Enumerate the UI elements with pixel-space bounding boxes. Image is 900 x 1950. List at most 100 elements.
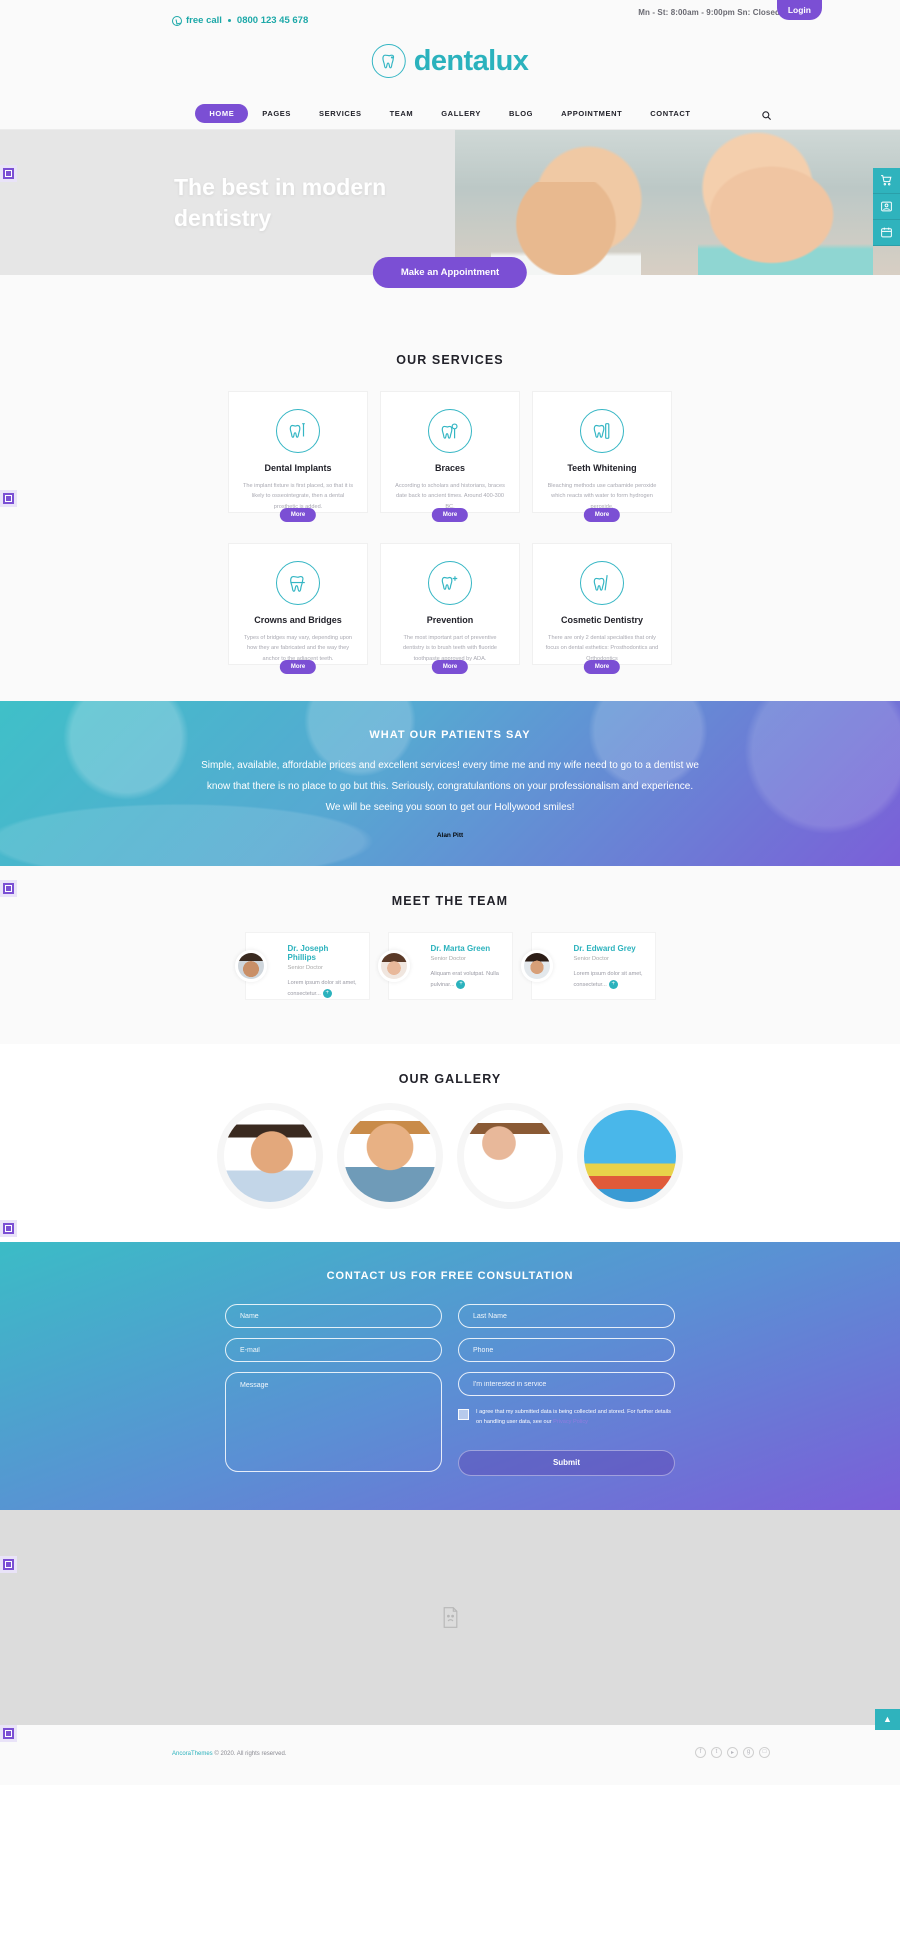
phone-number[interactable]: 0800 123 45 678 (237, 15, 308, 26)
privacy-policy-link[interactable]: Privacy Policy (553, 1419, 588, 1425)
nav-item-team[interactable]: TEAM (376, 104, 428, 123)
more-button[interactable]: More (279, 508, 317, 522)
make-appointment-button[interactable]: Make an Appointment (372, 257, 528, 288)
testimonial-title: WHAT OUR PATIENTS SAY (369, 728, 531, 741)
testimonial-section: WHAT OUR PATIENTS SAY Simple, available,… (0, 701, 900, 866)
opening-hours: Mn - St: 8:00am - 9:00pm Sn: Closed (638, 8, 780, 17)
more-button[interactable]: More (431, 508, 469, 522)
appointment-bar: Make an Appointment (0, 257, 900, 325)
search-icon[interactable] (761, 108, 772, 121)
member-bio: Lorem ipsum dolor sit amet, consectetur.… (287, 980, 357, 997)
submit-button[interactable]: Submit (458, 1449, 675, 1476)
service-card[interactable]: Cosmetic Dentistry There are only 2 dent… (532, 543, 672, 674)
nav-item-blog[interactable]: BLOG (495, 104, 547, 123)
google-icon[interactable]: g (743, 1746, 754, 1758)
gallery-item[interactable] (584, 1110, 676, 1202)
side-toggle-6[interactable] (0, 1725, 17, 1742)
nav-item-home[interactable]: HOME (195, 104, 249, 123)
calendar-icon[interactable] (873, 220, 900, 246)
logo-text: dentalux (413, 44, 529, 77)
expand-icon[interactable]: + (456, 979, 466, 989)
square-icon (5, 885, 12, 892)
consent-row: I agree that my submitted data is being … (458, 1408, 675, 1428)
nav-item-appointment[interactable]: APPOINTMENT (547, 104, 636, 123)
avatar (234, 950, 267, 982)
gallery-item[interactable] (344, 1110, 436, 1202)
consent-checkbox[interactable] (458, 1409, 469, 1420)
hero-banner: The best in modern dentistry (0, 130, 900, 275)
phone-input[interactable] (458, 1338, 675, 1362)
team-title: MEET THE TEAM (391, 894, 509, 908)
user-image-icon[interactable] (873, 194, 900, 220)
service-input[interactable] (458, 1372, 675, 1396)
testimonial-quote: Simple, available, affordable prices and… (201, 759, 699, 813)
hero-photo (455, 130, 900, 275)
gallery-item[interactable] (464, 1110, 556, 1202)
member-role: Senior Doctor (430, 956, 466, 962)
main-navigation: HOME PAGES SERVICES TEAM GALLERY BLOG AP… (0, 98, 900, 130)
more-button[interactable]: More (583, 660, 621, 674)
more-button[interactable]: More (431, 660, 469, 674)
team-section: MEET THE TEAM Dr. Joseph Phillips Senior… (0, 866, 900, 1044)
service-card[interactable]: Dental Implants The implant fixture is f… (228, 391, 368, 522)
side-toggle-5[interactable] (0, 1556, 17, 1573)
service-card[interactable]: Prevention The most important part of pr… (380, 543, 520, 674)
team-cards: Dr. Joseph Phillips Senior Doctor Lorem … (0, 932, 900, 1000)
services-title: OUR SERVICES (396, 353, 504, 367)
service-card[interactable]: Teeth Whitening Bleaching methods use ca… (532, 391, 672, 522)
nav-item-contact[interactable]: CONTACT (636, 104, 704, 123)
last-name-input[interactable] (458, 1304, 675, 1328)
cart-icon[interactable] (873, 168, 900, 194)
member-name: Dr. Marta Green (430, 944, 491, 953)
gallery-item[interactable] (224, 1110, 316, 1202)
team-card[interactable]: Dr. Edward Grey Senior Doctor Lorem ipsu… (520, 932, 656, 1000)
square-icon (5, 495, 12, 502)
side-toggle-1[interactable] (0, 165, 17, 182)
nav-item-gallery[interactable]: GALLERY (427, 104, 495, 123)
nav-item-services[interactable]: SERVICES (305, 104, 376, 123)
member-bio: Lorem ipsum dolor sit amet, consectetur.… (573, 971, 643, 988)
service-card[interactable]: Braces According to scholars and histori… (380, 391, 520, 522)
logo[interactable]: dentalux (371, 44, 529, 78)
tooth-crown-icon (276, 561, 320, 605)
contact-title: CONTACT US FOR FREE CONSULTATION (326, 1270, 574, 1282)
testimonial-author: Alan Pitt (436, 831, 464, 839)
login-button[interactable]: Login (776, 0, 822, 20)
member-name: Dr. Joseph Phillips (287, 944, 329, 962)
contact-section: CONTACT US FOR FREE CONSULTATION I agree… (0, 1242, 900, 1510)
service-title: Dental Implants (264, 463, 332, 473)
expand-icon[interactable]: + (322, 988, 332, 998)
brand-name[interactable]: AncoraThemes (172, 1751, 213, 1757)
service-card[interactable]: Crowns and Bridges Types of bridges may … (228, 543, 368, 674)
team-card[interactable]: Dr. Joseph Phillips Senior Doctor Lorem … (234, 932, 370, 1000)
nav-item-pages[interactable]: PAGES (248, 104, 305, 123)
map-placeholder (0, 1509, 900, 1725)
more-button[interactable]: More (279, 660, 317, 674)
service-title: Cosmetic Dentistry (560, 615, 644, 625)
team-card[interactable]: Dr. Marta Green Senior Doctor Aliquam er… (377, 932, 513, 1000)
hero-title: The best in modern dentistry (174, 174, 387, 232)
copyright: AncoraThemes © 2020. All rights reserved… (172, 1751, 286, 1757)
side-toggle-2[interactable] (0, 490, 17, 507)
expand-icon[interactable]: + (608, 979, 618, 989)
broken-image-icon (442, 1606, 459, 1628)
instagram-icon[interactable]: □ (759, 1746, 770, 1758)
email-input[interactable] (225, 1338, 442, 1362)
free-call-label: free call (186, 15, 222, 26)
facebook-icon[interactable]: f (695, 1746, 706, 1758)
side-toggle-4[interactable] (0, 1220, 17, 1237)
free-call-block[interactable]: free call 0800 123 45 678 (172, 15, 308, 26)
more-button[interactable]: More (583, 508, 621, 522)
square-icon (5, 1225, 12, 1232)
tooth-icon (371, 44, 406, 78)
social-links: f t ▸ g □ (695, 1746, 770, 1758)
first-name-input[interactable] (225, 1304, 442, 1328)
scroll-to-top-button[interactable]: ▲ (875, 1708, 900, 1730)
gallery-items (0, 1110, 900, 1202)
site-header: dentalux (0, 30, 900, 98)
side-toggle-3[interactable] (0, 880, 17, 897)
message-textarea[interactable] (225, 1372, 442, 1472)
youtube-icon[interactable]: ▸ (727, 1746, 738, 1758)
tooth-shield-icon (428, 561, 472, 605)
twitter-icon[interactable]: t (711, 1746, 722, 1758)
